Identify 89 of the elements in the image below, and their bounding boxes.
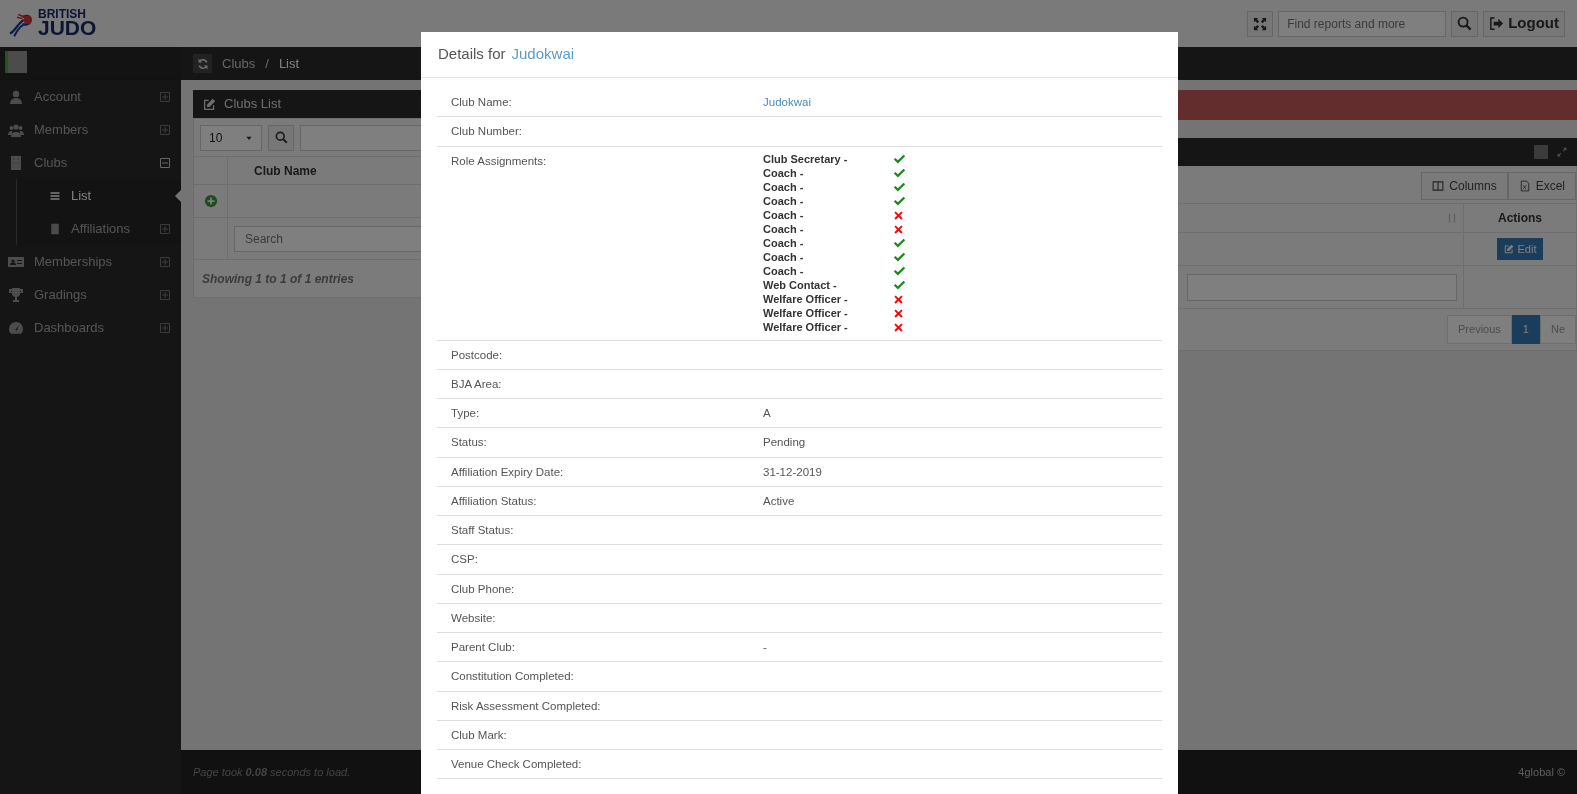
club-name-title: Judokwai <box>511 44 575 65</box>
role-name: Club Secretary - <box>763 152 849 168</box>
field-label: Risk Assessment Completed: <box>451 698 602 714</box>
expand-icon <box>1253 16 1268 31</box>
role-name: Coach - <box>763 208 805 224</box>
role-name: Coach - <box>763 166 805 182</box>
field-label: Staff Status: <box>451 523 515 538</box>
sign-out-icon <box>1489 16 1505 31</box>
building-icon <box>8 154 24 171</box>
sidebar-item[interactable]: Dashboards <box>0 311 181 344</box>
breadcrumb-item[interactable]: Clubs <box>222 53 256 74</box>
square-icon <box>1533 144 1549 160</box>
entries-info: Showing 1 to 1 of 1 entries <box>202 270 355 288</box>
sidebar-item[interactable]: Memberships <box>0 245 181 278</box>
search-field[interactable] <box>1187 273 1457 301</box>
field-value: 31-12-2019 <box>763 465 822 478</box>
user-icon <box>8 88 24 105</box>
field-label: Type: <box>451 406 481 421</box>
field-label: Role Assignments: <box>451 153 548 169</box>
field-value: Active <box>763 494 795 507</box>
sidebar-item[interactable]: Members <box>0 113 181 146</box>
field-label: Parent Club: <box>451 640 516 655</box>
column-header[interactable]: Actions <box>1498 209 1542 227</box>
columns-button[interactable]: Columns <box>1421 172 1508 200</box>
field-value: - <box>763 641 767 653</box>
role-name: Coach - <box>763 194 805 210</box>
copyright-text: 4global © <box>1518 764 1565 780</box>
add-circle-icon <box>203 194 218 208</box>
field-label: Venue Check Completed: <box>451 757 583 772</box>
search-button[interactable] <box>1451 10 1479 37</box>
role-name: Web Contact - <box>763 278 838 294</box>
logout-button[interactable]: Logout <box>1483 10 1565 37</box>
search-icon <box>1457 16 1473 31</box>
file-icon <box>1518 180 1531 192</box>
sort-icon <box>1447 213 1457 223</box>
role-name: Welfare Officer - <box>763 306 849 322</box>
panel-title: Clubs List <box>224 95 282 114</box>
breadcrumb-item: List <box>278 54 300 73</box>
edit-icon <box>1503 244 1514 254</box>
search-field[interactable]: Find reports and more <box>1278 10 1447 37</box>
resize-icon <box>1557 147 1567 157</box>
field-value: A <box>763 407 771 419</box>
field-label: Postcode: <box>451 347 504 363</box>
gauge-icon <box>8 319 24 336</box>
refresh-icon <box>196 57 209 70</box>
avatar <box>5 51 27 73</box>
field-value: Pending <box>763 436 806 449</box>
page-size-select[interactable]: 10 <box>200 124 262 151</box>
field-label: Constitution Completed: <box>451 669 575 685</box>
field-label: CSP: <box>451 552 479 568</box>
field-label: Club Name: <box>451 95 513 110</box>
club-link[interactable]: Judokwai <box>763 96 811 108</box>
pagination-link[interactable]: 1 <box>1511 315 1540 344</box>
sidebar-item[interactable]: Affiliations <box>17 212 181 245</box>
logo-text: BRITISH JUDO <box>38 8 97 39</box>
edit-icon <box>203 97 216 111</box>
role-name: Coach - <box>763 180 805 196</box>
role-name: Coach - <box>763 250 805 266</box>
role-name: Coach - <box>763 222 805 238</box>
field-label: Affiliation Expiry Date: <box>451 464 565 480</box>
column-header[interactable]: Club Name <box>254 161 317 180</box>
sidebar-item[interactable]: Gradings <box>0 278 181 311</box>
role-name: Coach - <box>763 264 805 280</box>
role-name: Coach - <box>763 236 805 252</box>
field-label: BJA Area: <box>451 376 503 392</box>
field-label: Club Phone: <box>451 581 516 597</box>
field-label: Website: <box>451 610 497 626</box>
page-size-value: 10 <box>209 129 223 147</box>
breadcrumb-separator: / <box>265 54 269 73</box>
modal-title: Details for <box>438 44 506 65</box>
users-icon <box>8 121 24 138</box>
role-name: Welfare Officer - <box>763 292 849 308</box>
field-label: Affiliation Status: <box>451 493 538 509</box>
excel-button[interactable]: Excel <box>1507 172 1576 200</box>
search-icon <box>274 131 288 144</box>
refresh-button[interactable] <box>193 54 212 73</box>
role-name: Welfare Officer - <box>763 320 849 336</box>
edit-button[interactable]: Edit <box>1496 237 1544 261</box>
field-label: Club Number: <box>451 124 523 140</box>
field-label: Status: <box>451 435 488 451</box>
columns-icon <box>1432 180 1445 192</box>
list-icon <box>49 189 61 202</box>
sidebar-item[interactable]: Clubs <box>0 146 181 179</box>
building-icon <box>49 222 61 235</box>
field-label: Club Mark: <box>451 727 508 743</box>
fullscreen-button[interactable] <box>1247 10 1274 37</box>
trophy-icon <box>8 286 24 303</box>
search-button[interactable] <box>268 124 294 151</box>
sidebar-item[interactable]: Account <box>0 80 181 113</box>
